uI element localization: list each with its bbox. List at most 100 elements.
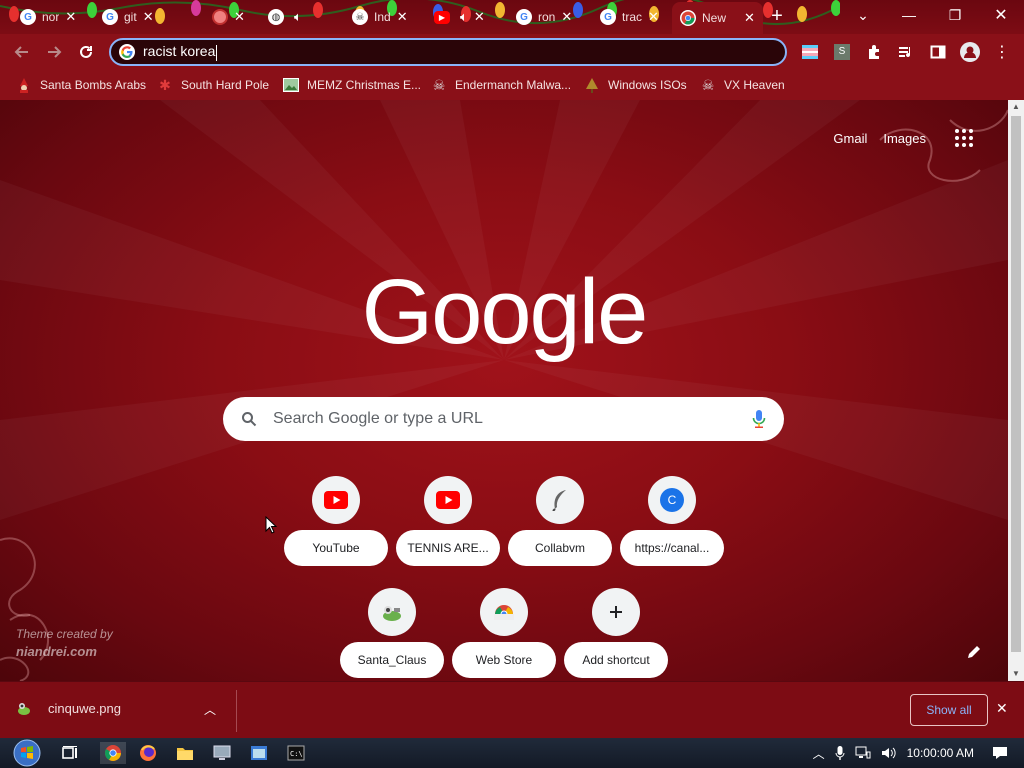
tab-strip: G nor ✕ G git ✕ ✕ ◍ 🔈︎ ☠ Ind ✕ ▶ 🔈︎ ✕ G … [0, 0, 1024, 34]
scroll-up-arrow-icon[interactable]: ▲ [1008, 100, 1024, 114]
plus-icon [592, 588, 640, 636]
minimize-button[interactable]: — [886, 0, 932, 30]
search-box[interactable]: Search Google or type a URL [223, 397, 784, 441]
extension-s-icon[interactable]: S [830, 40, 854, 64]
app-window-icon[interactable] [248, 742, 270, 764]
webstore-icon [480, 588, 528, 636]
new-tab-button[interactable]: + [766, 5, 788, 27]
tab-5[interactable]: ▶ 🔈︎ ✕ [434, 2, 485, 32]
firefox-taskbar-icon[interactable] [137, 742, 159, 764]
shortcut-label: Santa_Claus [340, 642, 444, 678]
tab-3[interactable]: ◍ 🔈︎ [268, 2, 302, 32]
notifications-icon[interactable] [992, 746, 1008, 760]
omnibox-text: racist korea [143, 43, 218, 61]
tab-1[interactable]: G git ✕ [102, 2, 154, 32]
chrome-taskbar-icon[interactable] [100, 742, 126, 764]
bookmark-item[interactable]: ✱ South Hard Pole [157, 75, 269, 95]
scrollbar-thumb[interactable] [1011, 116, 1021, 652]
task-view-icon[interactable] [60, 742, 82, 764]
tab-title: Ind [374, 10, 391, 24]
bookmark-item[interactable]: ☠ VX Heaven [700, 75, 785, 95]
customize-pencil-icon[interactable] [962, 640, 986, 664]
shortcut-tile[interactable]: TENNIS ARE... [396, 476, 508, 576]
letter-c-avatar: C [660, 488, 684, 512]
shortcut-tile[interactable]: Collabvm [508, 476, 620, 576]
close-icon[interactable]: ✕ [65, 9, 76, 25]
file-thumbnail-icon [18, 703, 30, 715]
theme-credit[interactable]: Theme created by niandrei.com [16, 626, 113, 660]
omnibox[interactable]: racist korea [109, 38, 787, 66]
menu-kebab-icon[interactable]: ⋮ [990, 40, 1014, 64]
extension-flag-icon[interactable] [798, 40, 822, 64]
close-icon[interactable]: ✕ [474, 9, 485, 25]
close-icon[interactable]: ✕ [996, 700, 1008, 717]
download-item[interactable]: cinquwe.png [16, 700, 121, 716]
tree-icon [584, 77, 600, 93]
microphone-icon[interactable] [835, 745, 845, 761]
bookmark-label: South Hard Pole [181, 78, 270, 92]
chevron-up-icon[interactable]: ︿ [813, 745, 825, 762]
tab-2[interactable]: ✕ [212, 2, 245, 32]
tab-7[interactable]: G ron ✕ [516, 2, 572, 32]
tab-8[interactable]: G trac ✕ [600, 2, 659, 32]
close-window-button[interactable]: ✕ [978, 0, 1024, 30]
network-icon[interactable] [855, 746, 871, 760]
media-controls-icon[interactable] [894, 40, 918, 64]
text-caret [216, 44, 218, 61]
shortcut-tile[interactable]: C https://canal... [620, 476, 732, 576]
close-icon[interactable]: ✕ [143, 9, 154, 25]
chevron-up-icon[interactable]: ︿ [204, 701, 216, 718]
bookmark-item[interactable]: Windows ISOs [584, 75, 687, 95]
apps-grid-icon[interactable] [952, 126, 976, 150]
shortcut-label: TENNIS ARE... [396, 530, 500, 566]
shortcut-tile[interactable]: Web Store [452, 588, 564, 681]
tab-0[interactable]: G nor ✕ [20, 2, 76, 32]
forward-button[interactable] [42, 40, 66, 64]
remote-desktop-icon[interactable] [211, 742, 233, 764]
images-link[interactable]: Images [883, 131, 926, 146]
add-shortcut-tile[interactable]: Add shortcut [564, 588, 676, 681]
skull-icon: ☠ [701, 76, 715, 93]
youtube-icon [424, 476, 472, 524]
scrollbar[interactable]: ▲ ▼ [1008, 100, 1024, 681]
tab-search-chevron-icon[interactable]: ⌄ [840, 0, 886, 30]
bookmark-item[interactable]: Santa Bombs Arabs [16, 75, 146, 95]
search-icon [242, 412, 257, 427]
volume-icon[interactable] [881, 746, 897, 760]
profile-avatar-icon[interactable] [958, 40, 982, 64]
bookmark-label: VX Heaven [724, 78, 785, 92]
microphone-icon[interactable] [752, 409, 766, 429]
reload-button[interactable] [74, 40, 98, 64]
shortcut-tile[interactable]: YouTube [284, 476, 396, 576]
google-icon: G [516, 9, 532, 25]
clock[interactable]: 10:00:00 AM [907, 746, 974, 760]
close-icon[interactable]: ✕ [561, 9, 572, 25]
new-tab-page: Gmail Images Google Search Google or typ… [0, 100, 1008, 681]
system-tray: ︿ 10:00:00 AM [813, 738, 1024, 768]
close-icon[interactable]: ✕ [744, 10, 755, 26]
tab-title: New [702, 11, 727, 25]
start-button[interactable] [10, 738, 44, 768]
scroll-down-arrow-icon[interactable]: ▼ [1008, 667, 1024, 681]
restore-button[interactable]: ❐ [932, 0, 978, 30]
close-icon[interactable]: ✕ [397, 9, 408, 25]
tab-title: ron [538, 10, 556, 24]
tab-active-new-tab[interactable]: New ✕ [672, 2, 763, 34]
bookmark-label: Endermanch Malwa... [455, 78, 572, 92]
shortcut-tile[interactable]: Santa_Claus [340, 588, 452, 681]
tab-4[interactable]: ☠ Ind ✕ [352, 2, 408, 32]
bookmark-item[interactable]: MEMZ Christmas E... [283, 75, 421, 95]
file-explorer-icon[interactable] [174, 742, 196, 764]
back-button[interactable] [10, 40, 34, 64]
tab-title: trac [622, 10, 643, 24]
extensions-puzzle-icon[interactable] [862, 40, 886, 64]
command-prompt-icon[interactable]: C:\ [285, 742, 307, 764]
skull-icon: ☠ [352, 9, 368, 25]
show-all-button[interactable]: Show all [910, 694, 988, 726]
gmail-link[interactable]: Gmail [833, 131, 867, 146]
side-panel-icon[interactable] [926, 40, 950, 64]
close-icon[interactable]: ✕ [234, 9, 245, 25]
close-icon[interactable]: ✕ [648, 9, 659, 25]
chrome-icon [680, 10, 696, 26]
bookmark-item[interactable]: ☠ Endermanch Malwa... [431, 75, 571, 95]
